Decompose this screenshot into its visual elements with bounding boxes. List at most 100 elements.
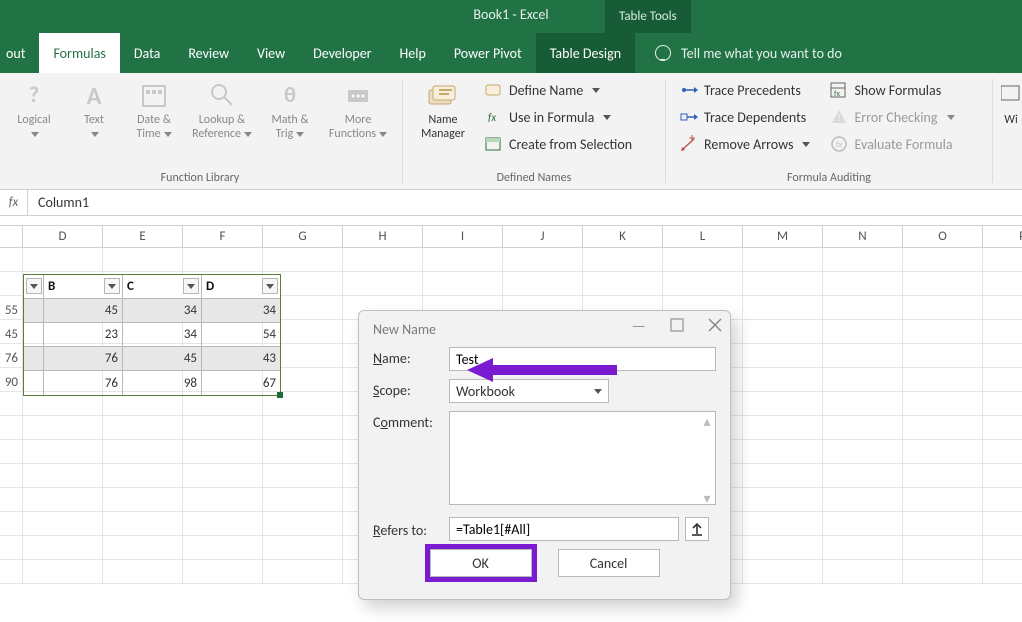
table-cell[interactable]: 45 [44, 299, 123, 323]
col-header[interactable]: G [263, 226, 343, 247]
logical-icon: ? [18, 79, 50, 111]
minimize-icon[interactable]: — [632, 317, 646, 336]
tell-me-search[interactable]: Tell me what you want to do [655, 45, 842, 62]
tab-data[interactable]: Data [120, 33, 174, 73]
table-header: B [48, 279, 55, 294]
col-header[interactable]: O [903, 226, 983, 247]
contextual-tools-label: Table Tools [605, 0, 691, 33]
ribbon-tabs: out Formulas Data Review View Developer … [0, 33, 1022, 73]
col-header[interactable]: P [983, 226, 1022, 247]
maximize-icon[interactable] [670, 318, 684, 336]
group-label-formula-auditing: Formula Auditing [674, 169, 984, 187]
evaluate-formula-button[interactable]: fx Evaluate Formula [824, 131, 960, 157]
show-formulas-button[interactable]: fx Show Formulas [824, 77, 960, 103]
row-label[interactable]: 90 [0, 370, 23, 394]
table-cell[interactable]: 67 [202, 371, 280, 395]
tab-review[interactable]: Review [174, 33, 243, 73]
scope-label: Scope: [373, 379, 449, 399]
table-cell[interactable]: 76 [44, 347, 123, 371]
define-name-button[interactable]: Define Name [479, 77, 638, 103]
col-header[interactable]: J [503, 226, 583, 247]
new-name-dialog: New Name — Name: Scope: Workbook Comment… [358, 310, 731, 600]
table-cell[interactable]: 34 [123, 323, 202, 347]
cancel-button[interactable]: Cancel [558, 549, 660, 577]
tab-developer[interactable]: Developer [299, 33, 385, 73]
define-name-icon [485, 81, 503, 99]
close-icon[interactable] [708, 318, 722, 336]
more-functions-button[interactable]: More Functions [322, 77, 394, 155]
use-in-formula-button[interactable]: fx Use in Formula [479, 104, 638, 130]
svg-text:θ: θ [284, 81, 296, 108]
remove-arrows-button[interactable]: Remove Arrows [674, 131, 816, 157]
table-cell[interactable]: 23 [44, 323, 123, 347]
scroll-down-icon[interactable]: ▾ [703, 490, 710, 507]
create-from-selection-button[interactable]: Create from Selection [479, 131, 638, 157]
group-formula-auditing: Trace Precedents Trace Dependents Remove… [668, 73, 990, 189]
col-header[interactable]: N [823, 226, 903, 247]
range-picker-button[interactable] [685, 517, 709, 541]
col-header[interactable]: L [663, 226, 743, 247]
tab-help[interactable]: Help [386, 33, 440, 73]
row-label[interactable]: 45 [0, 322, 23, 346]
more-functions-icon [342, 79, 374, 111]
filter-dropdown-icon[interactable] [183, 278, 199, 294]
tab-table-design[interactable]: Table Design [536, 33, 635, 73]
table-cell[interactable]: 34 [202, 299, 280, 323]
svg-text:A: A [87, 82, 102, 110]
trace-precedents-button[interactable]: Trace Precedents [674, 77, 816, 103]
trace-dependents-icon [680, 108, 698, 126]
group-label-function-library: Function Library [6, 169, 394, 187]
name-manager-button[interactable]: Name Manager [411, 77, 475, 155]
text-button[interactable]: A Text [66, 77, 122, 155]
table-header: C [127, 279, 134, 294]
table-cell[interactable]: 34 [123, 299, 202, 323]
svg-text:fx: fx [837, 140, 843, 150]
error-checking-button[interactable]: ! Error Checking [824, 104, 960, 130]
lookup-reference-button[interactable]: Lookup & Reference [186, 77, 258, 155]
math-trig-icon: θ [274, 79, 306, 111]
formula-bar: fx [0, 190, 1022, 216]
lookup-icon [206, 79, 238, 111]
table-cell[interactable]: 54 [202, 323, 280, 347]
date-time-button[interactable]: Date & Time [126, 77, 182, 155]
name-manager-icon [427, 79, 459, 111]
group-defined-names: Name Manager Define Name fx Use in Formu… [405, 73, 663, 189]
tab-power-pivot[interactable]: Power Pivot [440, 33, 536, 73]
table-cell[interactable]: 76 [44, 371, 123, 395]
filter-dropdown-icon[interactable] [104, 278, 120, 294]
filter-dropdown-icon[interactable] [26, 278, 42, 294]
formula-input[interactable] [28, 190, 1022, 215]
col-header[interactable]: H [343, 226, 423, 247]
col-header[interactable]: E [103, 226, 183, 247]
scope-select[interactable]: Workbook [449, 379, 609, 403]
row-label[interactable]: 55 [0, 298, 23, 322]
scroll-up-icon[interactable]: ▴ [703, 413, 710, 430]
math-trig-button[interactable]: θ Math & Trig [262, 77, 318, 155]
group-truncated: Wi [995, 73, 1017, 189]
col-header[interactable]: M [743, 226, 823, 247]
col-header[interactable]: I [423, 226, 503, 247]
fill-handle-icon[interactable] [277, 392, 283, 398]
col-header[interactable]: F [183, 226, 263, 247]
col-header[interactable]: D [23, 226, 103, 247]
name-input[interactable] [449, 347, 716, 371]
table-cell[interactable]: 43 [202, 347, 280, 371]
tab-view[interactable]: View [243, 33, 299, 73]
group-label-defined-names: Defined Names [411, 169, 657, 187]
svg-text:fx: fx [488, 111, 496, 124]
fx-label[interactable]: fx [0, 190, 28, 215]
lightbulb-icon [655, 45, 671, 61]
table-cell[interactable]: 45 [123, 347, 202, 371]
excel-table[interactable]: B C D 45 34 34 23 34 54 76 45 43 76 98 6… [23, 274, 281, 396]
logical-button[interactable]: ? Logical [6, 77, 62, 155]
col-header[interactable]: K [583, 226, 663, 247]
tab-formulas[interactable]: Formulas [39, 33, 119, 73]
trace-dependents-button[interactable]: Trace Dependents [674, 104, 816, 130]
row-label[interactable]: 76 [0, 346, 23, 370]
comment-textarea[interactable] [449, 411, 716, 505]
ok-button[interactable]: OK [430, 549, 532, 577]
refers-to-input[interactable] [449, 517, 679, 541]
tab-partial[interactable]: out [0, 33, 39, 73]
filter-dropdown-icon[interactable] [262, 278, 278, 294]
table-cell[interactable]: 98 [123, 371, 202, 395]
